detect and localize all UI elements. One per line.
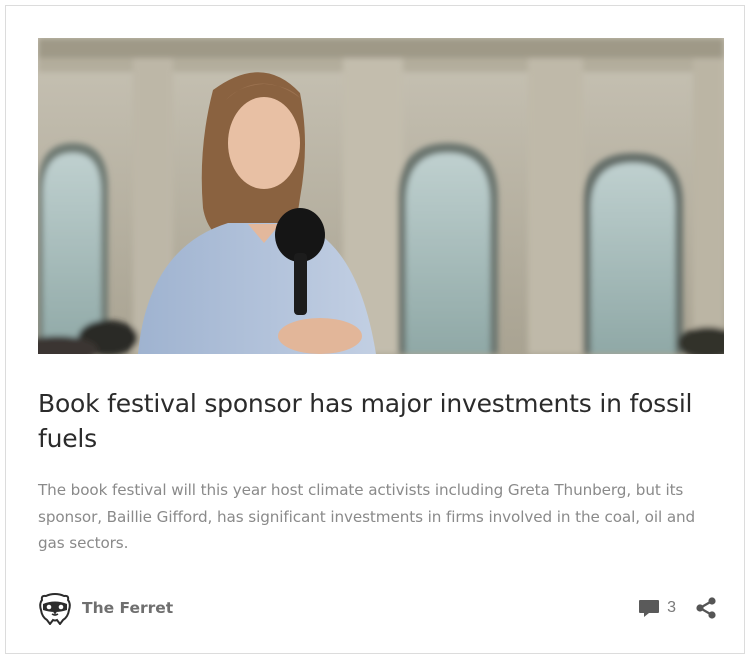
post-card: Book festival sponsor has major investme… (5, 5, 745, 654)
comment-bubble-icon (639, 600, 660, 617)
comment-count: 3 (667, 599, 676, 616)
post-headline[interactable]: Book festival sponsor has major investme… (38, 386, 718, 456)
author-name: The Ferret (82, 599, 174, 617)
share-icon[interactable] (694, 596, 718, 620)
author-link[interactable]: The Ferret (38, 590, 173, 626)
post-actions: 3 (638, 590, 718, 626)
comments-link[interactable]: 3 (638, 597, 676, 619)
ferret-logo-icon (39, 592, 71, 625)
post-excerpt: The book festival will this year host cl… (38, 481, 696, 552)
featured-image-illustration (38, 38, 724, 354)
post-footer: The Ferret 3 (38, 590, 718, 626)
featured-image[interactable] (38, 38, 724, 354)
